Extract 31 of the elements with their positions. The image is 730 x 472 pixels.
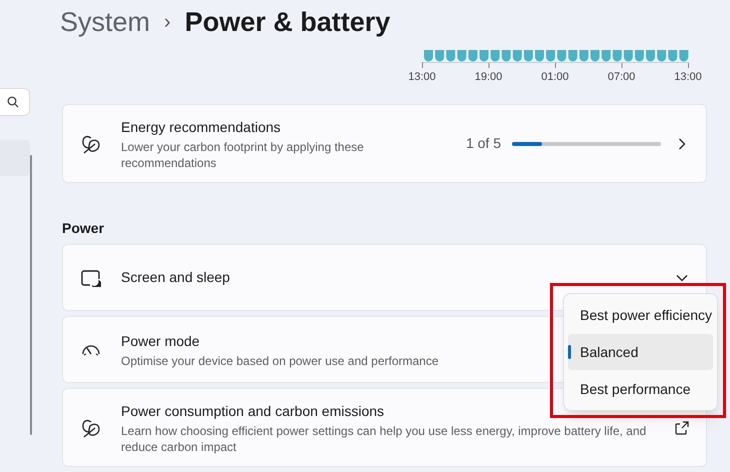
axis-label: 01:00 [540, 70, 570, 85]
leaf-icon [81, 418, 101, 438]
leaf-icon [81, 134, 101, 154]
card-title: Power mode [121, 332, 201, 350]
nav-item[interactable] [0, 140, 30, 176]
scrollbar[interactable] [30, 155, 32, 435]
card-description: Lower your carbon footprint by applying these recommendations [121, 138, 365, 170]
card-title: Screen and sleep [121, 268, 231, 287]
external-link-icon [675, 420, 689, 434]
breadcrumb-link[interactable]: System [60, 2, 150, 42]
section-heading: Power [62, 219, 104, 238]
search-icon [7, 96, 19, 108]
page-title: Power & battery [184, 6, 390, 39]
breadcrumb-separator: › [164, 10, 171, 36]
card-description: Learn how choosing efficient power settings can help you use less energy, improve battery life, and reduce carbon impact [121, 422, 648, 454]
axis-label: 19:00 [474, 70, 504, 85]
settings-card[interactable]: Screen and sleep [62, 244, 707, 311]
search-field[interactable] [0, 88, 30, 116]
axis-label: 13:00 [673, 70, 703, 85]
screen-sleep-icon [81, 268, 101, 286]
settings-card[interactable]: Energy recommendations Lower your carbon footprint by applying these recommendations 1 of 5 [62, 104, 707, 183]
card-description: Optimise your device based on power use and performance [121, 352, 440, 368]
chevron-right-icon [678, 138, 686, 150]
card-title: Energy recommendations [121, 118, 282, 137]
progress-label: 1 of 5 [466, 134, 501, 153]
card-title: Power consumption and carbon emissions [121, 402, 386, 421]
chevron-down-icon [676, 274, 688, 282]
menu-item[interactable]: Balanced [568, 334, 713, 370]
axis-label: 07:00 [606, 70, 636, 85]
selection-indicator [568, 345, 571, 359]
axis-label: 13:00 [407, 70, 437, 85]
